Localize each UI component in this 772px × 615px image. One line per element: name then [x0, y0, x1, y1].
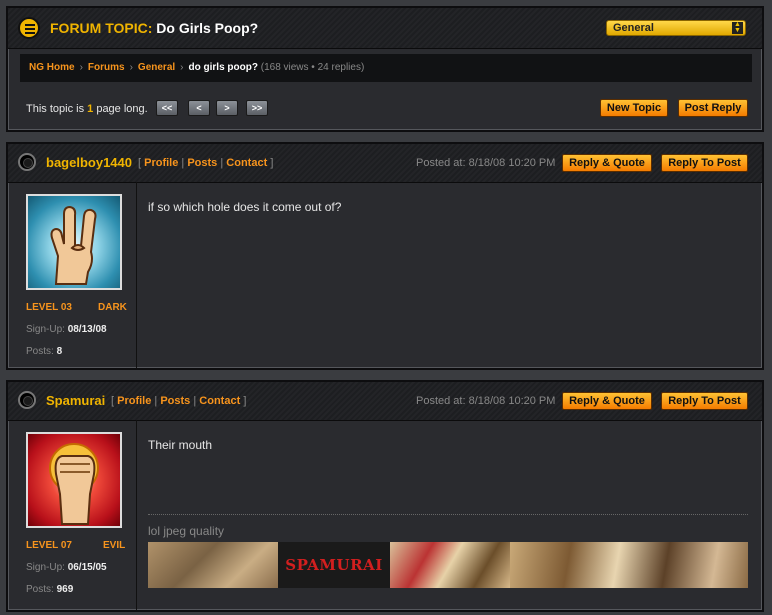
bracket-close: ]	[243, 395, 247, 407]
post-timestamp: Posted at: 8/18/08 10:20 PM	[416, 157, 556, 169]
posts-link[interactable]: Posts	[160, 395, 190, 407]
topic-title: FORUM TOPIC: Do Girls Poop?	[50, 20, 258, 36]
chevron-updown-icon: ▲ ▼	[732, 21, 743, 34]
breadcrumb-category[interactable]: General	[138, 62, 175, 73]
bracket-open: [	[111, 395, 115, 407]
bracket-open: [	[138, 157, 142, 169]
breadcrumb-separator-icon: ›	[79, 62, 83, 73]
pagination-suffix: page long.	[93, 103, 148, 115]
reply-quote-button[interactable]: Reply & Quote	[562, 154, 652, 172]
signup-label: Sign-Up:	[26, 562, 68, 573]
signup-date: Sign-Up: 08/13/08	[26, 324, 107, 335]
user-status-icon	[18, 391, 36, 409]
breadcrumb-forums[interactable]: Forums	[88, 62, 125, 73]
signature-divider	[148, 514, 748, 515]
post-panel: Spamurai [ Profile | Posts | Contact ] P…	[6, 380, 764, 612]
post-body: Their mouth	[148, 438, 213, 452]
signup-value: 06/15/05	[67, 562, 107, 573]
link-separator: |	[181, 157, 185, 169]
signature-art-left	[148, 542, 278, 588]
post-username[interactable]: bagelboy1440	[46, 155, 132, 170]
signup-value: 08/13/08	[67, 324, 107, 335]
link-separator: |	[220, 157, 224, 169]
next-page-button[interactable]: >	[216, 100, 238, 116]
topic-header-bar: FORUM TOPIC: Do Girls Poop? General ▲ ▼	[8, 8, 762, 49]
profile-link[interactable]: Profile	[144, 157, 178, 169]
pagination-prefix: This topic is	[26, 103, 88, 115]
topic-meta: (168 views • 24 replies)	[260, 62, 365, 73]
new-topic-button[interactable]: New Topic	[600, 99, 668, 117]
post-username[interactable]: Spamurai	[46, 393, 105, 408]
posts-label: Posts:	[26, 346, 57, 357]
topic-title-text: Do Girls Poop?	[156, 20, 259, 36]
breadcrumb-separator-icon: ›	[129, 62, 133, 73]
user-links: [ Profile | Posts | Contact ]	[111, 395, 246, 407]
signature-art-middle	[390, 542, 510, 588]
contact-link[interactable]: Contact	[199, 395, 240, 407]
breadcrumb-ng-home[interactable]: NG Home	[29, 62, 75, 73]
signup-date: Sign-Up: 06/15/05	[26, 562, 107, 573]
user-alignment: DARK	[98, 302, 127, 313]
user-level: LEVEL 07	[26, 540, 72, 551]
rock-hand-icon	[50, 205, 97, 285]
post-count: Posts: 8	[26, 346, 62, 357]
post-body: if so which hole does it come out of?	[148, 200, 342, 214]
category-select[interactable]: General ▲ ▼	[606, 20, 746, 36]
prev-page-button[interactable]: <	[188, 100, 210, 116]
avatar[interactable]	[26, 432, 122, 528]
user-alignment: EVIL	[103, 540, 126, 551]
post-header: bagelboy1440 [ Profile | Posts | Contact…	[8, 144, 762, 183]
topic-title-label: FORUM TOPIC:	[50, 20, 153, 36]
column-divider	[136, 420, 137, 610]
fist-icon	[49, 443, 99, 525]
posts-value: 969	[56, 584, 74, 595]
post-panel: bagelboy1440 [ Profile | Posts | Contact…	[6, 142, 764, 370]
profile-link[interactable]: Profile	[117, 395, 151, 407]
pagination-info: This topic is 1 page long.	[26, 103, 148, 115]
signature-banner-text: SPAMURAI	[278, 542, 390, 588]
post-reply-button[interactable]: Post Reply	[678, 99, 748, 117]
topic-header-panel: FORUM TOPIC: Do Girls Poop? General ▲ ▼ N…	[6, 6, 764, 132]
user-links: [ Profile | Posts | Contact ]	[138, 157, 273, 169]
last-page-button[interactable]: >>	[246, 100, 268, 116]
post-count: Posts: 969	[26, 584, 73, 595]
user-status-icon	[18, 153, 36, 171]
forum-topic-icon	[18, 17, 40, 39]
category-select-value: General	[613, 22, 654, 34]
signature-banner: SPAMURAI	[148, 542, 748, 588]
bracket-close: ]	[270, 157, 274, 169]
posts-value: 8	[56, 346, 63, 357]
signature-text: lol jpeg quality	[148, 524, 225, 538]
avatar[interactable]	[26, 194, 122, 290]
posts-label: Posts:	[26, 584, 57, 595]
first-page-button[interactable]: <<	[156, 100, 178, 116]
link-separator: |	[193, 395, 197, 407]
posts-link[interactable]: Posts	[187, 157, 217, 169]
breadcrumb: NG Home › Forums › General › do girls poop? (1…	[20, 54, 752, 82]
column-divider	[136, 182, 137, 368]
reply-to-post-button[interactable]: Reply To Post	[661, 154, 748, 172]
reply-to-post-button[interactable]: Reply To Post	[661, 392, 748, 410]
user-level: LEVEL 03	[26, 302, 72, 313]
reply-quote-button[interactable]: Reply & Quote	[562, 392, 652, 410]
signature-art-right	[510, 542, 748, 588]
contact-link[interactable]: Contact	[226, 157, 267, 169]
signup-label: Sign-Up:	[26, 324, 68, 335]
breadcrumb-separator-icon: ›	[180, 62, 184, 73]
link-separator: |	[154, 395, 158, 407]
breadcrumb-current: do girls poop?	[188, 62, 258, 73]
post-header: Spamurai [ Profile | Posts | Contact ] P…	[8, 382, 762, 421]
post-timestamp: Posted at: 8/18/08 10:20 PM	[416, 395, 556, 407]
